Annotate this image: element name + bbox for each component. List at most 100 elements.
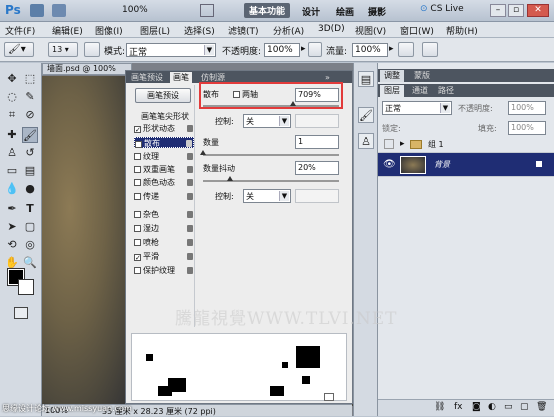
close-button[interactable]: ✕ <box>527 4 549 17</box>
crop-tool-icon[interactable]: ⌗ <box>4 107 20 123</box>
workspace-button[interactable]: 基本功能 <box>244 3 291 18</box>
restore-button[interactable]: ▫ <box>508 4 524 17</box>
zoom-tool-icon[interactable]: 🔍 <box>22 255 38 271</box>
arrange-icon[interactable] <box>200 4 214 17</box>
checkbox-icon[interactable] <box>134 153 141 160</box>
mode-select[interactable]: 正常 ▼ <box>126 43 216 58</box>
control-select[interactable]: 关 ▼ <box>243 114 291 128</box>
option-wet-edges[interactable]: 湿边 <box>134 223 194 234</box>
checkbox-icon[interactable] <box>134 166 141 173</box>
fx-icon[interactable]: fx <box>454 402 463 412</box>
count-input[interactable]: 1 <box>295 135 339 149</box>
tool-preset-picker[interactable]: 🖌▾ <box>4 42 34 57</box>
option-protect-texture[interactable]: 保护纹理 <box>134 265 194 276</box>
checkbox-checked-icon[interactable]: ✓ <box>134 254 141 262</box>
tab-brush[interactable]: 画笔 <box>170 72 192 83</box>
menu-help[interactable]: 帮助(H) <box>446 24 478 37</box>
menu-image[interactable]: 图像(I) <box>95 24 123 37</box>
blur-tool-icon[interactable]: 💧 <box>4 181 20 197</box>
lock-icon[interactable] <box>187 193 193 200</box>
checkbox-icon[interactable] <box>134 239 141 246</box>
3d-rotate-tool-icon[interactable]: ⟲ <box>4 237 20 253</box>
lock-icon[interactable] <box>187 267 193 274</box>
eye-icon[interactable] <box>384 139 394 149</box>
expand-arrow-icon[interactable]: ▸ <box>400 139 405 149</box>
shape-tool-icon[interactable]: ▢ <box>22 219 38 235</box>
type-tool-icon[interactable]: T <box>22 201 38 217</box>
eye-icon[interactable]: 👁 <box>383 159 396 170</box>
lock-icon[interactable] <box>187 153 193 160</box>
checkbox-icon[interactable] <box>134 193 141 200</box>
brush-panel-icon[interactable]: 🖌 <box>358 107 374 123</box>
stamp-tool-icon[interactable]: ♙ <box>4 145 20 161</box>
clone-source-icon[interactable]: ♙ <box>358 133 374 149</box>
wall-image[interactable] <box>42 76 134 406</box>
lock-icon[interactable] <box>187 179 193 186</box>
checkbox-checked-icon[interactable]: ✓ <box>134 126 141 134</box>
fill-input[interactable]: 100% <box>508 121 546 135</box>
airbrush-icon[interactable] <box>398 42 414 57</box>
path-select-tool-icon[interactable]: ➤ <box>4 219 20 235</box>
opacity-arrow-icon[interactable]: ▸ <box>301 44 306 54</box>
tab-paths[interactable]: 路径 <box>434 85 458 97</box>
pressure-opacity-icon[interactable] <box>308 42 322 57</box>
option-airbrush[interactable]: 喷枪 <box>134 237 194 248</box>
tab-masks[interactable]: 蒙版 <box>410 70 434 82</box>
brush-tip-shape[interactable]: 画笔笔尖形状 <box>141 111 201 122</box>
menu-file[interactable]: 文件(F) <box>5 24 35 37</box>
blend-mode-select[interactable]: 正常 ▼ <box>382 101 452 115</box>
checkbox-icon[interactable] <box>134 179 141 186</box>
control2-select[interactable]: 关 ▼ <box>243 189 291 203</box>
menu-window[interactable]: 窗口(W) <box>400 24 434 37</box>
tab-brush-presets[interactable]: 画笔预设 <box>128 72 166 83</box>
pressure-size-icon[interactable] <box>422 42 438 57</box>
cslive-button[interactable]: ⊙ CS Live <box>420 4 464 14</box>
zoom-level[interactable]: 100% <box>122 5 148 15</box>
lock-icon[interactable] <box>187 225 193 232</box>
background-color-swatch[interactable] <box>18 279 34 295</box>
lock-icon[interactable] <box>187 239 193 246</box>
link-layers-icon[interactable]: ⛓ <box>434 402 445 412</box>
lasso-tool-icon[interactable]: ◌ <box>4 89 20 105</box>
option-noise[interactable]: 杂色 <box>134 209 194 220</box>
marquee-tool-icon[interactable]: ⬚ <box>22 71 38 87</box>
count-slider-track[interactable] <box>203 154 339 156</box>
brush-preset-picker[interactable]: 13 ▾ <box>48 42 78 57</box>
option-smoothing[interactable]: ✓ 平滑 <box>134 251 194 262</box>
lock-icon[interactable] <box>187 125 193 132</box>
workspace-design[interactable]: 设计 <box>302 5 320 18</box>
minimize-button[interactable]: – <box>490 4 506 17</box>
option-scattering[interactable]: ✓ 散布 <box>134 137 194 149</box>
count-jitter-slider-thumb[interactable] <box>227 176 233 181</box>
tab-channels[interactable]: 通道 <box>408 85 432 97</box>
flow-input[interactable]: 100% <box>352 43 388 57</box>
count-jitter-slider-track[interactable] <box>203 180 339 182</box>
gradient-tool-icon[interactable]: ▤ <box>22 163 38 179</box>
workspace-painting[interactable]: 绘画 <box>336 5 354 18</box>
quick-mask-icon[interactable] <box>14 307 28 319</box>
dodge-tool-icon[interactable]: ● <box>22 181 38 197</box>
new-group-icon[interactable]: ▭ <box>504 402 513 412</box>
move-tool-icon[interactable]: ✥ <box>4 71 20 87</box>
pen-tool-icon[interactable]: ✒ <box>4 201 20 217</box>
minibridge-icon[interactable] <box>52 4 66 17</box>
checkbox-icon[interactable] <box>134 211 141 218</box>
opacity-input[interactable]: 100% <box>264 43 300 57</box>
history-brush-tool-icon[interactable]: ↺ <box>22 145 38 161</box>
menu-select[interactable]: 选择(S) <box>184 24 215 37</box>
lock-icon[interactable] <box>186 140 192 147</box>
menu-analysis[interactable]: 分析(A) <box>273 24 304 37</box>
menu-edit[interactable]: 编辑(E) <box>52 24 83 37</box>
count-jitter-input[interactable]: 20% <box>295 161 339 175</box>
checkbox-icon[interactable] <box>134 267 141 274</box>
eraser-tool-icon[interactable]: ▭ <box>4 163 20 179</box>
option-dual-brush[interactable]: 双重画笔 <box>134 164 194 175</box>
option-color-dynamics[interactable]: 颜色动态 <box>134 177 194 188</box>
document-tab[interactable]: 墙面.psd @ 100% <box>42 63 132 75</box>
layer-opacity-input[interactable]: 100% <box>508 101 546 115</box>
count-slider-thumb[interactable] <box>200 150 206 155</box>
workspace-photo[interactable]: 摄影 <box>368 5 386 18</box>
menu-layer[interactable]: 图层(L) <box>140 24 170 37</box>
option-transfer[interactable]: 传递 <box>134 191 194 202</box>
healing-tool-icon[interactable]: ✚ <box>4 127 20 143</box>
